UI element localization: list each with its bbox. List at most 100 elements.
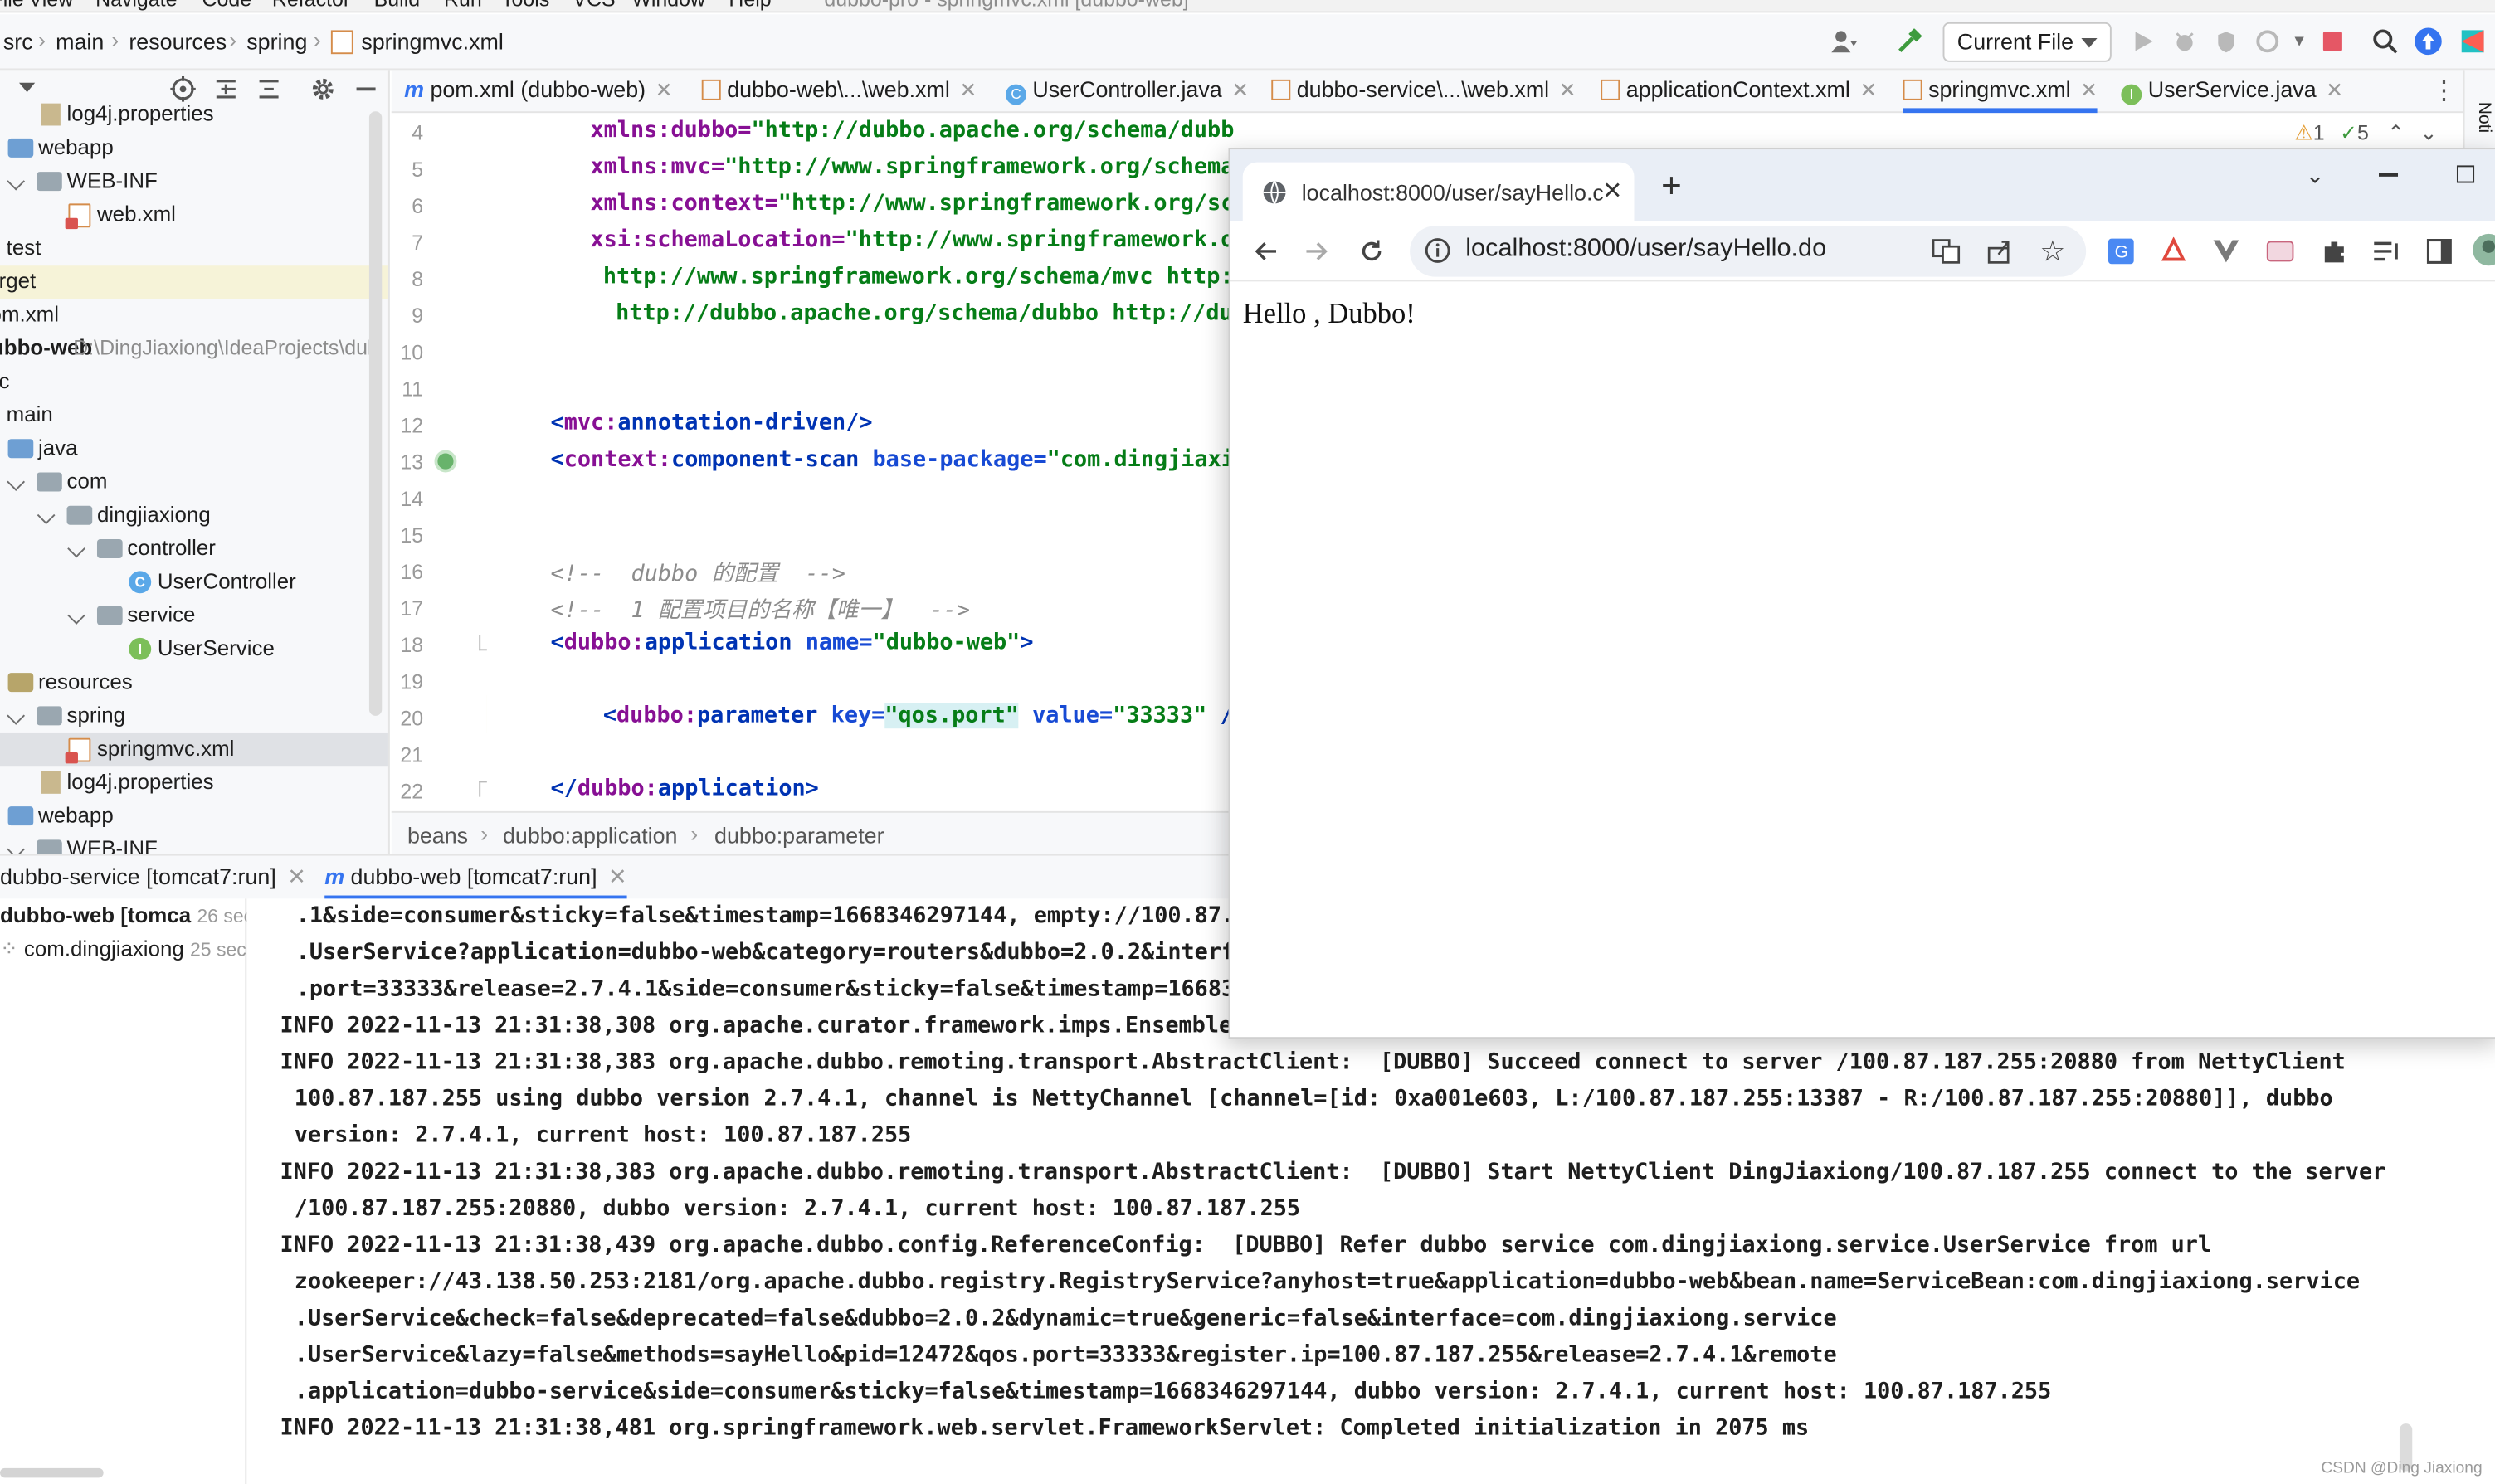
tree-item[interactable]: spring	[0, 700, 388, 733]
tree-item[interactable]: src	[0, 366, 388, 399]
chevron-down-icon[interactable]: ▼	[2285, 27, 2314, 56]
breadcrumb-beans[interactable]: beans	[407, 822, 468, 848]
tree-item[interactable]: webapp	[0, 132, 388, 165]
menu-tools[interactable]: Tools	[501, 0, 549, 11]
chevron-down-icon[interactable]	[67, 606, 85, 625]
menu-window[interactable]: Window	[631, 0, 705, 11]
info-icon[interactable]	[1424, 237, 1451, 272]
run-configuration-dropdown[interactable]: Current File	[1942, 22, 2112, 62]
breadcrumb-dubbo-parameter[interactable]: dubbo:parameter	[714, 822, 884, 848]
minimize-icon[interactable]	[356, 87, 376, 91]
update-icon[interactable]	[2414, 27, 2443, 56]
tree-item[interactable]: java	[0, 433, 388, 466]
tab-applicationcontext[interactable]: applicationContext.xml ✕	[1601, 70, 1877, 113]
tree-item[interactable]: I UserService	[0, 633, 388, 666]
coverage-icon[interactable]	[2212, 27, 2241, 56]
run-tree-item[interactable]: ⁘ com.dingjiaxiong 25 sec	[0, 937, 246, 970]
tab-web-xml[interactable]: dubbo-web\...\web.xml ✕	[701, 70, 977, 113]
close-icon[interactable]: ✕	[959, 78, 977, 102]
breadcrumb-springmvc-xml[interactable]: springmvc.xml	[361, 29, 504, 55]
tree-item[interactable]: com	[0, 466, 388, 499]
puzzle-icon[interactable]	[2317, 234, 2351, 269]
chevron-down-icon[interactable]	[7, 707, 26, 725]
close-icon[interactable]: ✕	[655, 78, 673, 102]
run-tree-item[interactable]: dubbo-web [tomca 26 sec	[0, 903, 246, 937]
chevron-up-icon[interactable]: ⌃	[2387, 121, 2405, 145]
tab-userservice[interactable]: I UserService.java ✕	[2121, 70, 2343, 113]
breadcrumb-src[interactable]: src	[3, 29, 33, 55]
tree-item[interactable]: webapp	[0, 800, 388, 833]
tree-item[interactable]: C UserController	[0, 567, 388, 600]
tree-item[interactable]: WEB-INF	[0, 834, 388, 854]
tree-item[interactable]: resources	[0, 666, 388, 699]
google-translate-extension-icon[interactable]: G	[2103, 234, 2138, 269]
side-panel-icon[interactable]	[2422, 234, 2457, 269]
avatar[interactable]	[2471, 232, 2495, 267]
stop-icon[interactable]	[2318, 27, 2347, 56]
tree-item[interactable]: web.xml	[0, 199, 388, 232]
close-icon[interactable]: ✕	[1559, 78, 1576, 102]
menu-build[interactable]: Build	[374, 0, 420, 11]
tree-item[interactable]: service	[0, 600, 388, 633]
close-icon[interactable]: ✕	[287, 864, 306, 889]
scrollbar[interactable]	[368, 111, 383, 716]
chevron-down-icon[interactable]	[7, 172, 26, 191]
tree-item-selected[interactable]: springmvc.xml	[0, 732, 388, 767]
forward-arrow-icon[interactable]	[1300, 234, 1335, 269]
tree-item[interactable]: main	[0, 399, 388, 432]
menu-vcs[interactable]: VCS	[573, 0, 615, 11]
chevron-down-icon[interactable]	[19, 82, 36, 93]
code-editor[interactable]: xmlns:dubbo="http://dubbo.apache.org/sch…	[486, 114, 1235, 809]
menu-file[interactable]: File	[0, 0, 24, 11]
user-icon[interactable]	[1830, 27, 1859, 56]
tab-usercontroller[interactable]: C UserController.java ✕	[1006, 70, 1249, 113]
run-tab-dubbo-service[interactable]: dubbo-service [tomcat7:run] ✕	[0, 864, 306, 891]
build-hammer-icon[interactable]	[1895, 27, 1924, 56]
close-icon[interactable]: ✕	[2080, 78, 2098, 102]
run-icon[interactable]	[2129, 27, 2158, 56]
close-icon[interactable]: ✕	[1231, 78, 1249, 102]
close-icon[interactable]: ✕	[1859, 78, 1877, 102]
maximize-icon[interactable]	[2456, 165, 2475, 183]
more-tabs-icon[interactable]: ⋮	[2431, 75, 2457, 106]
search-icon[interactable]	[2371, 27, 2400, 56]
inspection-widget[interactable]: ⚠1 ✓5 ⌃ ⌄	[2294, 121, 2459, 150]
extension-icon[interactable]	[2263, 234, 2298, 269]
menu-code[interactable]: Code	[202, 0, 252, 11]
tree-item[interactable]: log4j.properties	[0, 766, 388, 800]
star-icon[interactable]: ☆	[2035, 234, 2070, 269]
tree-item[interactable]: log4j.properties	[0, 99, 388, 132]
new-tab-icon[interactable]: +	[1661, 165, 1682, 207]
chevron-down-icon[interactable]	[7, 840, 26, 854]
share-icon[interactable]	[1982, 234, 2017, 269]
menu-run[interactable]: Run	[444, 0, 482, 11]
close-icon[interactable]: ✕	[1602, 177, 1622, 206]
chevron-down-icon[interactable]: ⌄	[2420, 121, 2438, 145]
menu-refactor[interactable]: Refactor	[272, 0, 350, 11]
breadcrumb-main[interactable]: main	[56, 29, 104, 55]
reload-icon[interactable]	[1354, 234, 1389, 269]
media-queue-icon[interactable]	[2370, 234, 2405, 269]
toolbox-logo-icon[interactable]	[2458, 27, 2488, 56]
chevron-down-icon[interactable]	[37, 506, 56, 525]
chevron-down-icon[interactable]	[67, 539, 85, 558]
extension-icon[interactable]	[2156, 234, 2191, 269]
profiler-icon[interactable]	[2254, 27, 2283, 56]
tab-springmvc-xml[interactable]: springmvc.xml ✕	[1903, 70, 2098, 114]
tree-item[interactable]: dingjiaxiong	[0, 499, 388, 533]
tree-item[interactable]: controller	[0, 533, 388, 566]
vue-extension-icon[interactable]	[2209, 234, 2244, 269]
breadcrumb-spring[interactable]: spring	[246, 29, 307, 55]
menu-view[interactable]: View	[29, 0, 74, 11]
scrollbar[interactable]	[0, 1467, 104, 1478]
chevron-down-icon[interactable]: ⌄	[2306, 163, 2325, 190]
tab-service-web-xml[interactable]: dubbo-service\...\web.xml ✕	[1271, 70, 1576, 113]
tree-item[interactable]: target	[0, 265, 388, 299]
tree-item[interactable]: test	[0, 232, 388, 265]
breadcrumb-dubbo-application[interactable]: dubbo:application	[503, 822, 678, 848]
tree-item[interactable]: dubbo-web D:\DingJiaxiong\IdeaProjects\d…	[0, 333, 388, 366]
close-icon[interactable]: ✕	[2326, 78, 2343, 102]
spring-bean-icon[interactable]	[434, 450, 457, 473]
browser-tab[interactable]: localhost:8000/user/sayHello.c ✕	[1242, 162, 1635, 221]
notifications-tab[interactable]: Noti	[2474, 102, 2493, 134]
